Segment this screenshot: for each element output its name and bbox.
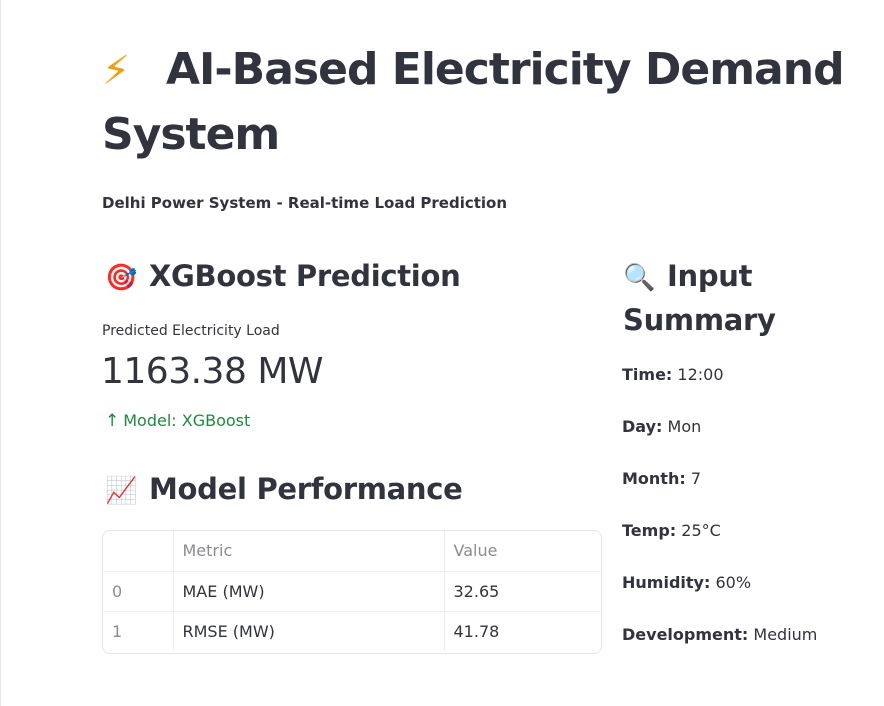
lightning-icon: ⚡: [102, 48, 130, 94]
summary-item-month: Month: 7: [622, 469, 872, 488]
table-row: 1 RMSE (MW) 41.78: [103, 611, 601, 651]
app-main: ⚡ AI-Based Electricity Demand System Delh…: [0, 0, 884, 706]
summary-item-temp: Temp: 25°C: [622, 521, 872, 540]
summary-label: Day:: [622, 417, 663, 436]
summary-label: Month:: [622, 469, 686, 488]
magnifier-icon: 🔍: [623, 263, 656, 293]
target-icon: 🎯: [105, 263, 138, 293]
summary-label: Development:: [622, 625, 749, 644]
summary-item-humidity: Humidity: 60%: [622, 573, 872, 592]
summary-item-day: Day: Mon: [622, 417, 872, 436]
summary-value: 25°C: [681, 521, 721, 540]
summary-item-development: Development: Medium: [622, 625, 872, 644]
cell-value[interactable]: 41.78: [444, 611, 601, 651]
metric-label: Predicted Electricity Load: [102, 323, 280, 339]
arrow-up-icon: ↑: [105, 411, 120, 431]
column-header-metric[interactable]: Metric: [173, 531, 445, 572]
cell-metric[interactable]: RMSE (MW): [173, 611, 445, 651]
page-title-text: AI-Based Electricity Demand System: [102, 44, 845, 160]
column-header-index[interactable]: [103, 531, 174, 572]
chart-increasing-icon: 📈: [105, 476, 138, 506]
summary-value: Medium: [753, 625, 818, 644]
prediction-heading-text: XGBoost Prediction: [149, 259, 461, 293]
cell-value[interactable]: 32.65: [444, 571, 601, 612]
cell-metric[interactable]: MAE (MW): [173, 571, 445, 612]
summary-label: Humidity:: [622, 573, 711, 592]
table-header-row: Metric Value: [103, 531, 601, 572]
page-subtitle: Delhi Power System - Real-time Load Pred…: [102, 194, 508, 212]
summary-label: Time:: [622, 365, 673, 384]
summary-item-time: Time: 12:00: [622, 365, 872, 384]
row-index: 1: [103, 611, 174, 651]
metric-delta-text: Model: XGBoost: [123, 411, 251, 430]
summary-label: Temp:: [622, 521, 677, 540]
row-index: 0: [103, 571, 174, 612]
summary-value: Mon: [667, 417, 702, 436]
input-summary-heading: 🔍 Input Summary: [623, 255, 873, 341]
prediction-heading: 🎯 XGBoost Prediction: [105, 255, 461, 299]
column-header-value[interactable]: Value: [444, 531, 601, 572]
summary-value: 7: [690, 469, 702, 488]
metric-value: 1163.38 MW: [101, 351, 323, 392]
performance-heading-text: Model Performance: [149, 472, 463, 506]
summary-value: 12:00: [677, 365, 724, 384]
page-title: ⚡ AI-Based Electricity Demand System: [102, 38, 882, 167]
summary-value: 60%: [715, 573, 752, 592]
metric-delta: ↑ Model: XGBoost: [105, 411, 250, 431]
performance-table[interactable]: Metric Value 0 MAE (MW) 32.65 1 RMSE (MW…: [102, 530, 602, 654]
performance-heading: 📈 Model Performance: [105, 468, 463, 512]
table-row: 0 MAE (MW) 32.65: [103, 571, 601, 612]
